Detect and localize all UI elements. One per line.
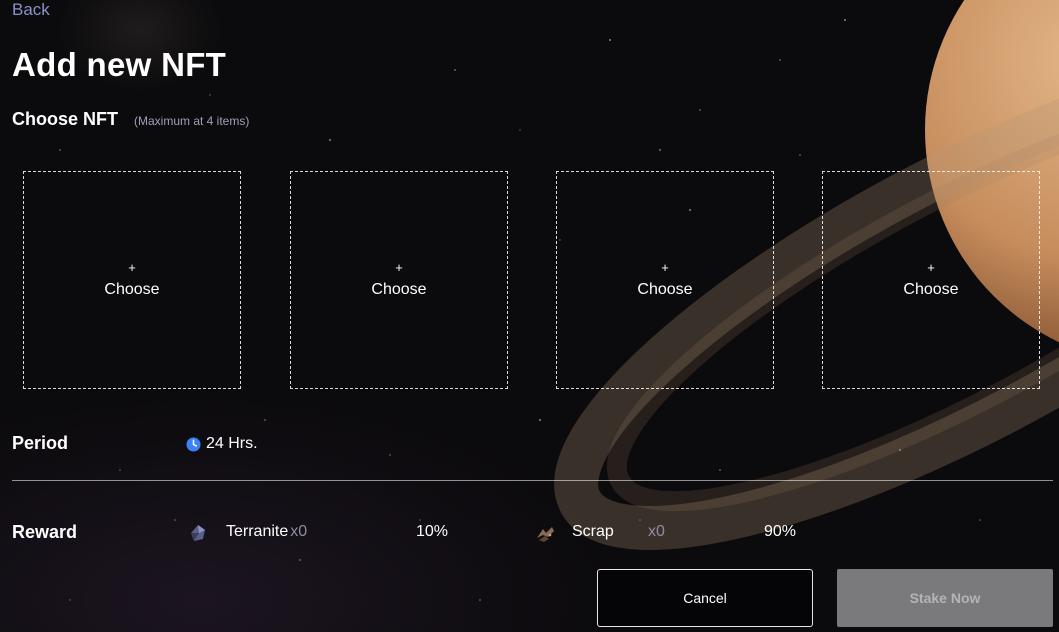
reward-scrap-count: x0 [648,523,665,540]
divider [12,480,1053,481]
nft-slot-2[interactable]: + Choose [290,171,508,389]
choose-nft-header: Choose NFT (Maximum at 4 items) [12,109,249,130]
slot-label: Choose [371,281,427,298]
reward-scrap-percent: 90% [764,523,797,540]
stake-now-button[interactable]: Stake Now [837,569,1053,627]
plus-icon: + [927,260,935,275]
nft-slot-3[interactable]: + Choose [556,171,774,389]
plus-icon: + [661,260,669,275]
clock-icon [186,436,201,452]
period-label: Period [12,433,69,453]
reward-terranite-icon-wrap [188,523,208,543]
page-title: Add new NFT [12,46,227,83]
choose-nft-label: Choose NFT [12,109,118,129]
period-value: 24 Hrs. [186,435,258,453]
reward-scrap-name: Scrap [572,523,614,540]
reward-scrap-icon-wrap [534,523,556,543]
reward-terranite-count: x0 [290,523,308,540]
plus-icon: + [395,260,403,275]
reward-terranite-name-wrap: Terranite x0 [226,523,307,541]
slot-label: Choose [903,281,959,298]
plus-icon: + [128,260,136,275]
terranite-icon [191,525,205,541]
reward-terranite-percent: 10% [416,523,449,540]
cancel-button[interactable]: Cancel [597,569,813,627]
scrap-icon [537,527,554,542]
nft-slot-4[interactable]: + Choose [822,171,1040,389]
back-link[interactable]: Back [12,0,50,20]
reward-label: Reward [12,522,78,542]
choose-nft-hint: (Maximum at 4 items) [134,114,250,128]
period-value-text: 24 Hrs. [206,435,258,452]
nft-slot-1[interactable]: + Choose [23,171,241,389]
slot-label: Choose [637,281,693,298]
slot-label: Choose [104,281,160,298]
reward-terranite-name: Terranite [226,523,289,540]
